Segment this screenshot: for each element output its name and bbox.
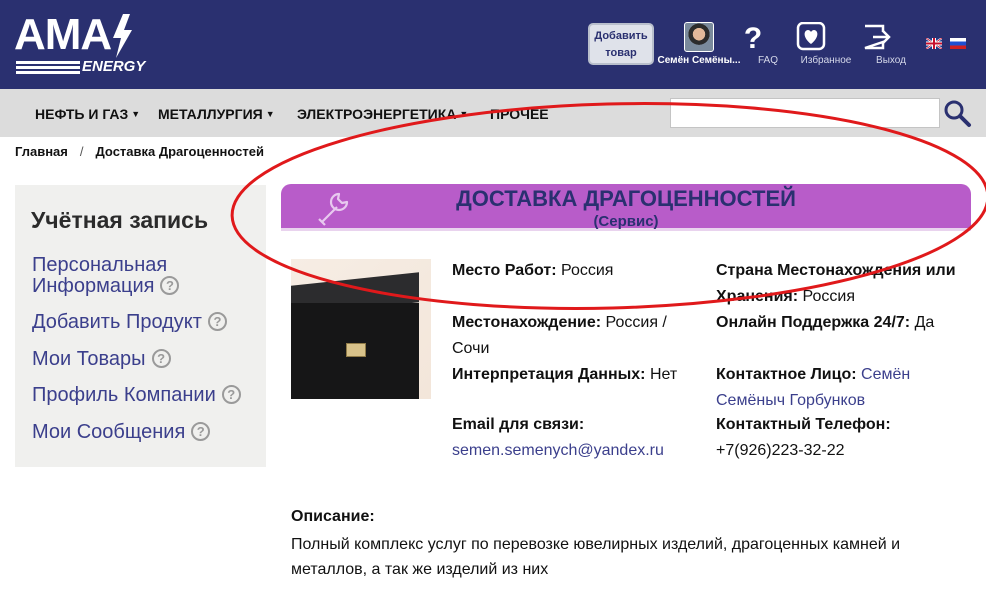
jewelry-box-clasp bbox=[346, 343, 366, 357]
caret-down-icon: ▼ bbox=[265, 109, 275, 119]
sidebar-item-label: Добавить Продукт bbox=[32, 311, 202, 333]
logout-button[interactable]: Выход bbox=[861, 22, 921, 68]
faq-label: FAQ bbox=[757, 55, 778, 66]
field-label: Место Работ: bbox=[452, 262, 557, 279]
breadcrumb-current: Доставка Драгоценностей bbox=[95, 144, 265, 159]
nav-power[interactable]: ЭЛЕКТРОЭНЕРГЕТИКА ▼ bbox=[297, 106, 468, 122]
field-label: Интерпретация Данных: bbox=[452, 366, 646, 383]
search-input[interactable] bbox=[670, 98, 940, 128]
field-value: +7(926)223-32-22 bbox=[716, 442, 845, 459]
search-icon[interactable] bbox=[942, 98, 972, 128]
field-label: Email для связи: bbox=[452, 416, 585, 433]
field-value: Нет bbox=[649, 366, 678, 383]
field-value: Россия bbox=[802, 288, 855, 305]
favorites-button[interactable]: Избранное bbox=[796, 22, 856, 68]
faq-button[interactable]: ? FAQ bbox=[738, 22, 798, 68]
field-interpretation: Интерпретация Данных: Нет bbox=[452, 362, 702, 388]
sidebar-title: Учётная запись bbox=[31, 207, 209, 233]
field-email: Email для связи: semen.semenych@yandex.r… bbox=[452, 412, 702, 464]
user-profile[interactable]: Семён Семёны... bbox=[656, 22, 742, 66]
sidebar-item-company-profile[interactable]: Профиль Компании? bbox=[32, 385, 241, 406]
help-icon[interactable]: ? bbox=[160, 276, 180, 295]
logo-bars bbox=[16, 61, 80, 75]
product-title-banner: ДОСТАВКА ДРАГОЦЕННОСТЕЙ (Сервис) bbox=[281, 184, 971, 231]
sidebar-item-personal-info[interactable]: Персональная Информация? bbox=[32, 255, 232, 297]
favorites-label: Избранное bbox=[800, 55, 852, 66]
help-icon[interactable]: ? bbox=[151, 349, 171, 368]
nav-oil-gas-label: НЕФТЬ И ГАЗ bbox=[35, 106, 129, 122]
ru-flag-icon[interactable] bbox=[950, 38, 966, 49]
add-product-button[interactable]: Добавить товар bbox=[588, 23, 654, 65]
field-country: Страна Местонахождения или Хранения: Рос… bbox=[716, 258, 956, 310]
field-label: Контактный Телефон: bbox=[716, 416, 891, 433]
sidebar-item-label: Мои Сообщения bbox=[32, 421, 186, 443]
logout-label: Выход bbox=[876, 55, 906, 66]
description-text: Полный комплекс услуг по перевозке ювели… bbox=[291, 536, 901, 578]
caret-down-icon: ▼ bbox=[459, 109, 469, 119]
sidebar-item-label: Мои Товары bbox=[32, 348, 146, 370]
breadcrumb: Главная / Доставка Драгоценностей bbox=[15, 144, 264, 159]
top-header: AMA ENERGY Добавить товар Семён Семёны..… bbox=[0, 0, 986, 89]
sidebar-item-label: Профиль Компании bbox=[32, 384, 216, 406]
sidebar-item-add-product[interactable]: Добавить Продукт? bbox=[32, 312, 227, 333]
nav-other[interactable]: ПРОЧЕЕ bbox=[490, 106, 549, 122]
breadcrumb-separator: / bbox=[79, 144, 84, 159]
field-value: Да bbox=[914, 314, 935, 331]
lightning-icon bbox=[113, 14, 132, 58]
logo-subtext: ENERGY bbox=[82, 58, 146, 75]
field-phone: Контактный Телефон: +7(926)223-32-22 bbox=[716, 412, 966, 464]
sidebar-item-my-products[interactable]: Мои Товары? bbox=[32, 349, 171, 370]
nav-power-label: ЭЛЕКТРОЭНЕРГЕТИКА bbox=[297, 106, 457, 122]
svg-text:?: ? bbox=[744, 22, 762, 52]
nav-metallurgy[interactable]: МЕТАЛЛУРГИЯ ▼ bbox=[158, 106, 275, 122]
heart-icon bbox=[796, 22, 826, 51]
question-icon: ? bbox=[744, 22, 762, 52]
sidebar-item-label: Персональная Информация bbox=[32, 254, 168, 297]
field-label: Контактное Лицо: bbox=[716, 366, 857, 383]
product-title: ДОСТАВКА ДРАГОЦЕННОСТЕЙ bbox=[456, 186, 796, 211]
field-label: Онлайн Поддержка 24/7: bbox=[716, 314, 911, 331]
email-link[interactable]: semen.semenych@yandex.ru bbox=[452, 442, 664, 459]
help-icon[interactable]: ? bbox=[191, 422, 211, 441]
help-icon[interactable]: ? bbox=[221, 385, 241, 404]
sidebar-item-messages[interactable]: Мои Сообщения? bbox=[32, 421, 211, 443]
help-icon[interactable]: ? bbox=[207, 312, 227, 331]
uk-flag-icon[interactable] bbox=[926, 38, 942, 49]
avatar bbox=[684, 22, 714, 52]
product-type: (Сервис) bbox=[593, 213, 659, 230]
nav-other-label: ПРОЧЕЕ bbox=[490, 106, 549, 122]
field-contact-person: Контактное Лицо: Семён Семёныч Горбунков bbox=[716, 362, 941, 414]
field-work-place: Место Работ: Россия bbox=[452, 258, 702, 284]
caret-down-icon: ▼ bbox=[131, 109, 141, 119]
logo-text: AMA bbox=[14, 10, 112, 59]
breadcrumb-home[interactable]: Главная bbox=[15, 144, 68, 159]
field-value: Россия bbox=[561, 262, 614, 279]
nav-metallurgy-label: МЕТАЛЛУРГИЯ bbox=[158, 106, 263, 122]
field-support: Онлайн Поддержка 24/7: Да bbox=[716, 310, 966, 336]
field-location: Местонахождение: Россия / Сочи bbox=[452, 310, 702, 362]
description-title: Описание: bbox=[291, 508, 375, 525]
user-name: Семён Семёны... bbox=[657, 55, 741, 66]
nav-oil-gas[interactable]: НЕФТЬ И ГАЗ ▼ bbox=[35, 106, 140, 122]
product-image[interactable] bbox=[291, 259, 431, 399]
account-sidebar: Учётная запись Персональная Информация? … bbox=[15, 185, 266, 467]
logout-icon bbox=[864, 24, 891, 50]
site-logo[interactable]: AMA ENERGY bbox=[14, 10, 145, 76]
field-label: Местонахождение: bbox=[452, 314, 602, 331]
